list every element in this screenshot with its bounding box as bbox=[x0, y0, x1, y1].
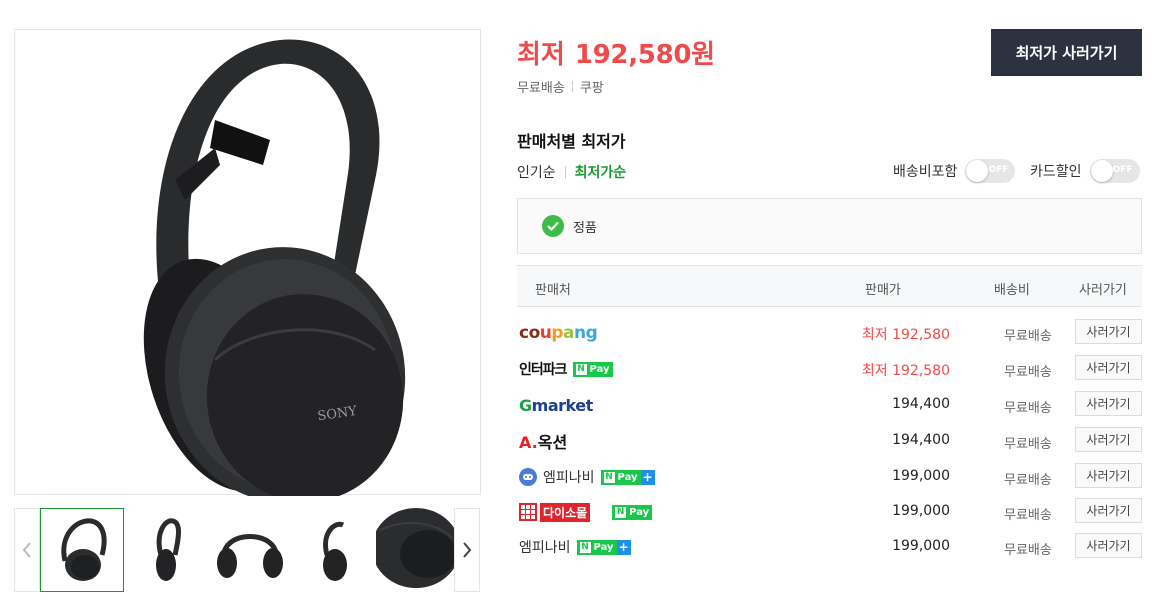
row-shipping: 무료배송 bbox=[1004, 401, 1052, 416]
row-buy-button[interactable]: 사러가기 bbox=[1075, 498, 1142, 523]
thumbnail-3[interactable] bbox=[208, 508, 292, 592]
row-buy-button[interactable]: 사러가기 bbox=[1075, 391, 1142, 416]
auction-logo: A.옥션 bbox=[519, 433, 568, 452]
row-price: 199,000 bbox=[892, 468, 950, 484]
row-price: 194,400 bbox=[892, 396, 950, 412]
genuine-label: 정품 bbox=[573, 220, 597, 236]
row-shipping: 무료배송 bbox=[1004, 329, 1052, 344]
toggle-shipping-included: 배송비포함 OFF bbox=[893, 159, 1016, 183]
sort-options: 인기순 최저가순 bbox=[517, 162, 626, 182]
table-row: Gmarket 194,400 무료배송 사러가기 bbox=[517, 388, 1142, 422]
card-discount-toggle[interactable]: OFF bbox=[1089, 159, 1140, 183]
header-price: 판매가 bbox=[865, 283, 901, 298]
seller-mpnavi[interactable]: 엠피나비 N Pay + bbox=[519, 466, 655, 488]
toggle-state: OFF bbox=[1112, 165, 1133, 175]
headphones-image: SONY bbox=[143, 39, 406, 496]
row-price: 최저 192,580 bbox=[861, 363, 950, 379]
seller-coupang[interactable]: coupang bbox=[519, 322, 598, 344]
shipping-info: 무료배송 쿠팡 bbox=[517, 77, 604, 96]
thumbnail-2[interactable] bbox=[124, 508, 208, 592]
seller-daiso[interactable]: 다이소몰 N Pay bbox=[519, 501, 653, 523]
row-shipping: 무료배송 bbox=[1004, 508, 1052, 523]
row-price: 199,000 bbox=[892, 538, 950, 554]
row-buy-button[interactable]: 사러가기 bbox=[1075, 533, 1142, 558]
thumbnail-1[interactable] bbox=[40, 508, 124, 592]
mall-name: 쿠팡 bbox=[579, 81, 604, 96]
section-title: 판매처별 최저가 bbox=[517, 132, 626, 151]
row-buy-button[interactable]: 사러가기 bbox=[1075, 463, 1142, 488]
seller-mpnavi-text[interactable]: 엠피나비 N Pay + bbox=[519, 536, 631, 558]
toggle-card-discount: 카드할인 OFF bbox=[1030, 159, 1140, 183]
table-row: A.옥션 194,400 무료배송 사러가기 bbox=[517, 424, 1142, 458]
row-shipping: 무료배송 bbox=[1004, 365, 1052, 380]
check-icon bbox=[542, 215, 564, 237]
seller-table-header: 판매처 판매가 배송비 사러가기 bbox=[517, 265, 1142, 307]
daiso-logo: 다이소몰 bbox=[519, 502, 591, 522]
row-price: 199,000 bbox=[892, 503, 950, 519]
seller-gmarket[interactable]: Gmarket bbox=[519, 394, 593, 416]
row-shipping: 무료배송 bbox=[1004, 437, 1052, 452]
row-buy-button[interactable]: 사러가기 bbox=[1075, 427, 1142, 452]
npay-badge: N Pay bbox=[572, 361, 613, 377]
sort-lowest-price[interactable]: 최저가순 bbox=[575, 162, 627, 182]
npay-badge: N Pay bbox=[612, 504, 653, 520]
main-product-image: SONY bbox=[14, 29, 481, 496]
seller-interpark[interactable]: 인터파크 N Pay bbox=[519, 358, 613, 380]
shipping-text: 무료배송 bbox=[517, 81, 565, 96]
thumbnail-strip bbox=[14, 508, 481, 592]
gmarket-logo: Gmarket bbox=[519, 395, 593, 415]
thumbnail-4[interactable] bbox=[292, 508, 376, 592]
thumbnail-5[interactable] bbox=[376, 508, 454, 592]
toggle-state: OFF bbox=[988, 165, 1009, 175]
npay-badge: N Pay bbox=[576, 539, 617, 555]
toggle-knob bbox=[1090, 160, 1113, 182]
table-row: 엠피나비 N Pay + 199,000 무료배송 사러가기 bbox=[517, 530, 1142, 564]
chevron-left-icon bbox=[22, 542, 31, 558]
genuine-filter[interactable]: 정품 bbox=[517, 198, 1142, 254]
row-shipping: 무료배송 bbox=[1004, 473, 1052, 488]
table-row: 인터파크 N Pay 최저 192,580 무료배송 사러가기 bbox=[517, 352, 1142, 386]
toggle-knob bbox=[966, 160, 989, 182]
row-price: 최저 192,580 bbox=[861, 327, 950, 343]
lowest-price-buy-button[interactable]: 최저가 사러가기 bbox=[991, 29, 1142, 76]
daiso-icon bbox=[519, 503, 537, 521]
chevron-right-icon bbox=[463, 542, 472, 558]
interpark-logo: 인터파크 bbox=[519, 362, 568, 378]
seller-auction[interactable]: A.옥션 bbox=[519, 430, 567, 452]
header-seller: 판매처 bbox=[535, 283, 571, 298]
toggle-label: 배송비포함 bbox=[893, 164, 958, 180]
coupang-logo: coupang bbox=[519, 323, 598, 343]
divider bbox=[571, 81, 573, 92]
price-prefix: 최저 bbox=[517, 40, 565, 70]
header-shipping: 배송비 bbox=[994, 283, 1030, 298]
row-buy-button[interactable]: 사러가기 bbox=[1075, 319, 1142, 344]
toggle-label: 카드할인 bbox=[1030, 164, 1082, 180]
row-price: 194,400 bbox=[892, 432, 950, 448]
npay-plus-badge: + bbox=[616, 539, 631, 555]
seller-name: 엠피나비 bbox=[543, 470, 595, 486]
header-buy: 사러가기 bbox=[1079, 283, 1127, 298]
row-buy-button[interactable]: 사러가기 bbox=[1075, 355, 1142, 380]
shipping-included-toggle[interactable]: OFF bbox=[965, 159, 1016, 183]
price-value: 192,580원 bbox=[574, 40, 715, 70]
sort-popular[interactable]: 인기순 bbox=[517, 162, 556, 182]
thumbnail-next-button[interactable] bbox=[454, 508, 480, 592]
divider bbox=[564, 165, 566, 179]
lowest-price: 최저 192,580원 bbox=[517, 34, 715, 71]
npay-plus-badge: + bbox=[640, 469, 655, 485]
npay-badge: N Pay bbox=[600, 469, 641, 485]
table-row: coupang 최저 192,580 무료배송 사러가기 bbox=[517, 316, 1142, 350]
table-row: 다이소몰 N Pay 199,000 무료배송 사러가기 bbox=[517, 495, 1142, 529]
thumbnail-prev-button[interactable] bbox=[14, 508, 40, 592]
seller-name: 엠피나비 bbox=[519, 540, 571, 556]
mpnavi-icon bbox=[519, 468, 537, 486]
row-shipping: 무료배송 bbox=[1004, 543, 1052, 558]
table-row: 엠피나비 N Pay + 199,000 무료배송 사러가기 bbox=[517, 460, 1142, 494]
